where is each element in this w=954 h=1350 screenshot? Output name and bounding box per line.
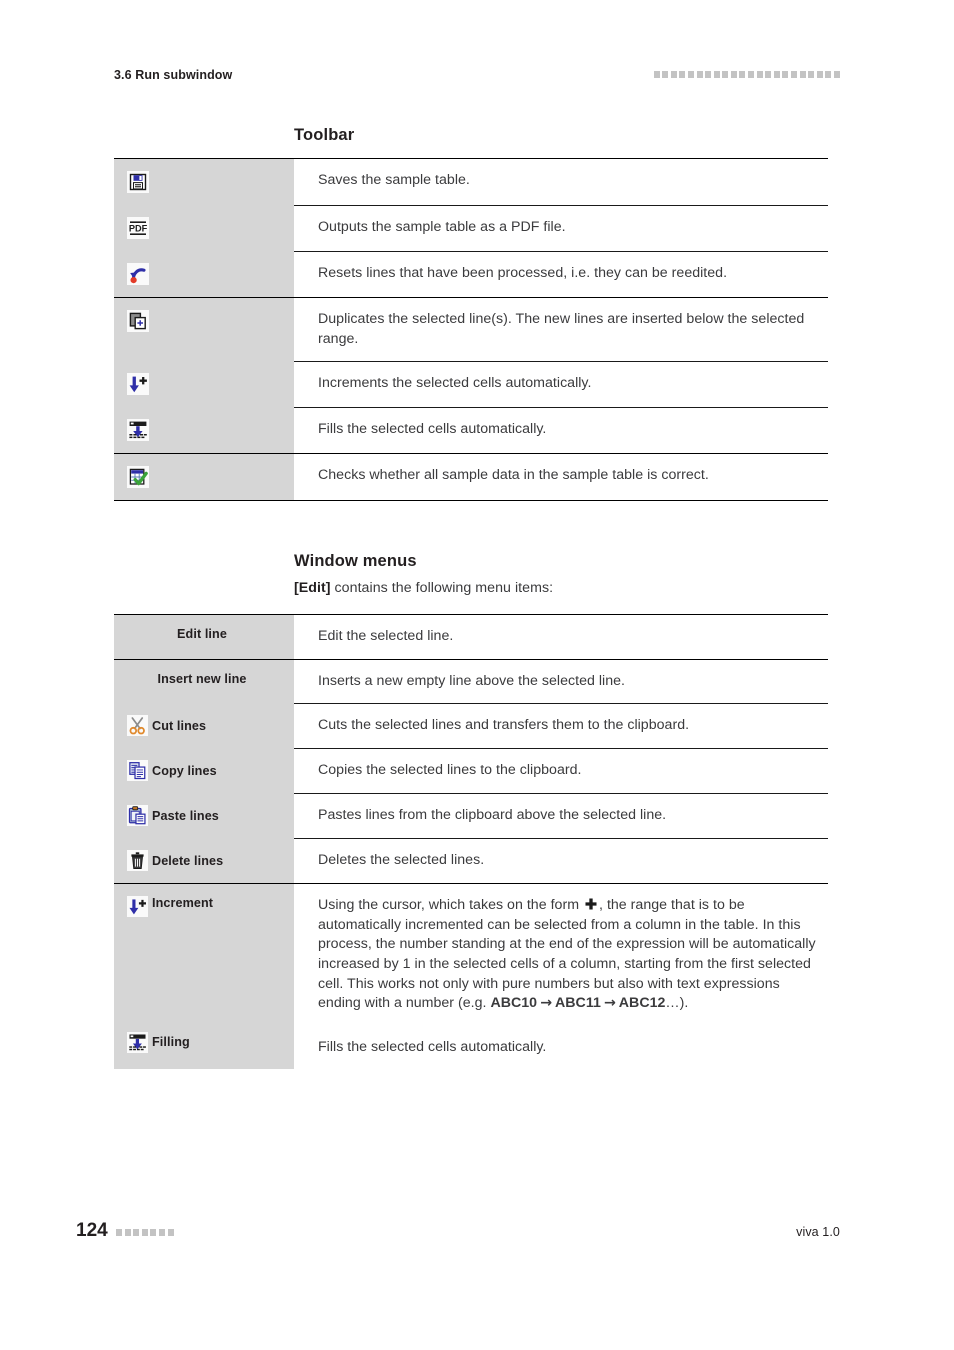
menu-item-description: Inserts a new empty line above the selec… [318, 672, 625, 689]
toolbar-description: Checks whether all sample data in the sa… [318, 467, 709, 484]
increment-example-1: ABC10 [490, 995, 538, 1012]
table-row: Filling Fills the selected cells automat… [114, 1025, 828, 1070]
filling-icon [127, 419, 149, 442]
table-row: Increment Using the cursor, which takes … [114, 884, 828, 1026]
table-row: Checks whether all sample data in the sa… [114, 454, 828, 501]
toolbar-icon-cell [114, 251, 294, 297]
reset-undo-icon [127, 263, 149, 285]
menu-item-cell: Paste lines [114, 793, 294, 839]
page-number: 124 [76, 1220, 108, 1241]
toolbar-group-file: Saves the sample table. PDF Outputs the … [114, 158, 828, 297]
svg-text:PDF: PDF [129, 224, 148, 234]
table-row: Insert new line Inserts a new empty line… [114, 659, 828, 704]
table-row: Saves the sample table. [114, 159, 828, 205]
table-row: Copy lines Copies the selected lines to … [114, 748, 828, 794]
increment-icon [127, 373, 149, 396]
header-decoration-squares [653, 71, 840, 78]
menu-item-label: Copy lines [152, 763, 217, 778]
menu-item-label: Cut lines [152, 718, 207, 733]
toolbar-icon-cell [114, 407, 294, 454]
menu-item-cell: Edit line [114, 615, 294, 659]
menu-item-cell: Cut lines [114, 703, 294, 749]
toolbar-description: Resets lines that have been processed, i… [294, 251, 828, 297]
table-row: Paste lines Pastes lines from the clipbo… [114, 793, 828, 839]
menu-item-label: Edit line [177, 627, 227, 641]
toolbar-description: Fills the selected cells automatically. [294, 407, 828, 453]
toolbar-group-check: Checks whether all sample data in the sa… [114, 453, 828, 501]
menu-item-label: Increment [152, 896, 214, 911]
filling-icon [127, 1031, 148, 1053]
edit-menu-group-automation: Increment Using the cursor, which takes … [114, 883, 828, 1070]
menu-item-cell: Copy lines [114, 748, 294, 794]
edit-menu-name: [Edit] [294, 580, 331, 596]
edit-menu-reference-table: Edit line Edit the selected line. Insert… [114, 614, 828, 1070]
increment-arrow-2: → [603, 995, 616, 1012]
menu-item-cell: Delete lines [114, 838, 294, 884]
delete-trash-icon [127, 850, 148, 872]
increment-description-part1: Using the cursor, which takes on the for… [318, 897, 584, 914]
menu-item-description: Fills the selected cells automatically. [318, 1038, 547, 1055]
page-footer: 124 viva 1.0 [76, 1220, 840, 1242]
menu-item-cell: Filling [114, 1025, 294, 1070]
crosshair-cursor-icon [584, 897, 598, 911]
menu-item-description: Using the cursor, which takes on the for… [294, 884, 828, 1026]
duplicate-lines-icon [127, 310, 149, 332]
save-floppy-icon [127, 171, 149, 193]
edit-menu-group-clipboard: Insert new line Inserts a new empty line… [114, 658, 828, 884]
menu-item-description: Cuts the selected lines and transfers th… [294, 703, 828, 748]
increment-example-3: ABC12 [618, 995, 666, 1012]
copy-icon [127, 760, 148, 782]
toolbar-icon-cell [114, 454, 294, 501]
menu-item-label: Paste lines [152, 808, 219, 823]
toolbar-reference-table: Saves the sample table. PDF Outputs the … [114, 158, 828, 502]
menu-item-label: Insert new line [157, 671, 247, 686]
check-sample-data-icon [127, 466, 149, 489]
menu-item-description: Copies the selected lines to the clipboa… [294, 748, 828, 793]
edit-menu-intro: [Edit] contains the following menu items… [294, 580, 553, 596]
menu-item-label: Delete lines [152, 853, 224, 868]
footer-decoration-squares [116, 1229, 174, 1236]
menu-item-cell: Increment [114, 884, 294, 1026]
pdf-export-icon: PDF [127, 217, 149, 239]
toolbar-section-heading: Toolbar [294, 126, 355, 144]
increment-icon [127, 896, 148, 918]
toolbar-icon-cell [114, 159, 294, 205]
table-row: Cut lines Cuts the selected lines and tr… [114, 703, 828, 749]
menu-item-label: Filling [152, 1035, 190, 1050]
window-menus-section-heading: Window menus [294, 552, 417, 570]
toolbar-description: Increments the selected cells automatica… [294, 361, 828, 407]
document-version: viva 1.0 [796, 1225, 840, 1239]
toolbar-description: Saves the sample table. [318, 172, 470, 188]
table-row: Delete lines Deletes the selected lines. [114, 838, 828, 884]
running-head-section-title: 3.6 Run subwindow [114, 68, 233, 82]
table-row: Increments the selected cells automatica… [114, 361, 828, 408]
table-row: Duplicates the selected line(s). The new… [114, 298, 828, 362]
table-row: Resets lines that have been processed, i… [114, 251, 828, 297]
menu-item-description: Edit the selected line. [318, 628, 454, 644]
toolbar-icon-cell [114, 361, 294, 408]
toolbar-icon-cell [114, 298, 294, 362]
toolbar-description: Outputs the sample table as a PDF file. [294, 205, 828, 251]
page-header: 3.6 Run subwindow [114, 68, 840, 88]
increment-arrow-1: → [540, 995, 553, 1012]
menu-item-cell: Insert new line [114, 659, 294, 704]
edit-menu-intro-rest: contains the following menu items: [330, 580, 554, 596]
table-row: Edit line Edit the selected line. [114, 615, 828, 659]
toolbar-group-edit: Duplicates the selected line(s). The new… [114, 297, 828, 454]
table-row: PDF Outputs the sample table as a PDF fi… [114, 205, 828, 251]
menu-item-description: Pastes lines from the clipboard above th… [294, 793, 828, 838]
toolbar-description: Duplicates the selected line(s). The new… [318, 311, 805, 347]
toolbar-table-bottom-rule [114, 500, 828, 502]
increment-description-part3: …). [665, 995, 689, 1012]
cut-scissors-icon [127, 715, 148, 737]
paste-clipboard-icon [127, 805, 148, 827]
toolbar-icon-cell: PDF [114, 205, 294, 251]
edit-menu-group-edit-line: Edit line Edit the selected line. [114, 614, 828, 659]
increment-example-2: ABC11 [555, 995, 601, 1012]
menu-item-description: Deletes the selected lines. [294, 838, 828, 883]
table-row: Fills the selected cells automatically. [114, 407, 828, 454]
